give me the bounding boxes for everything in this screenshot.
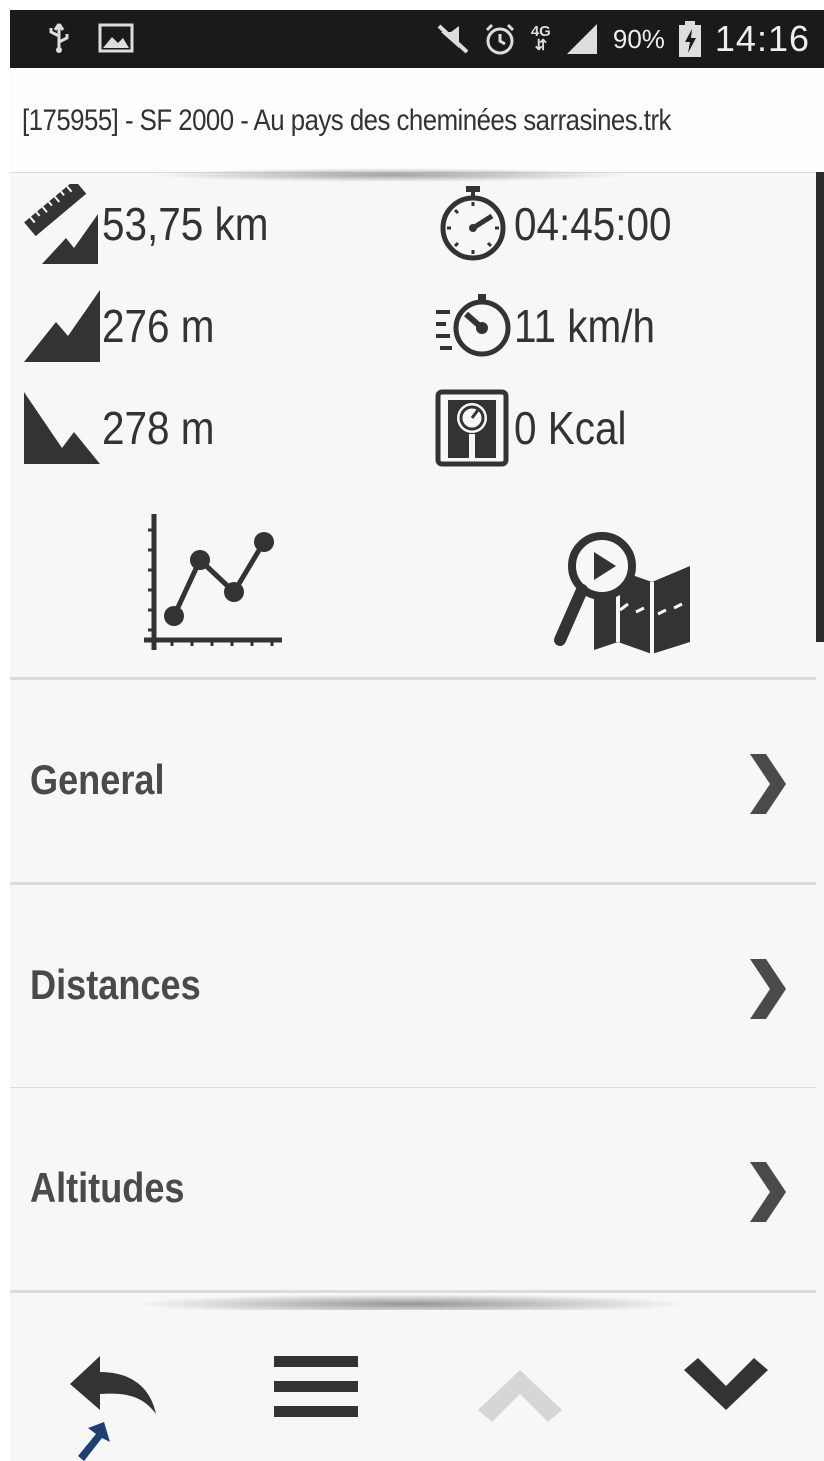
mute-icon xyxy=(437,24,469,54)
title-bar: [175955] - SF 2000 - Au pays des cheminé… xyxy=(10,68,824,173)
distance-value: 53,75 km xyxy=(102,198,269,250)
scale-icon xyxy=(435,389,509,467)
app-screen: 4G ⇵ 90% 14:16 [175955] - SF 2000 - Au pa… xyxy=(10,10,824,1461)
stat-distance: 53,75 km xyxy=(22,184,291,264)
menu-item-altitudes[interactable]: Altitudes xyxy=(10,1088,816,1293)
chevron-right-icon xyxy=(750,959,786,1019)
image-icon xyxy=(98,23,134,53)
chevron-right-icon xyxy=(750,1162,786,1222)
menu-item-label: General xyxy=(30,756,165,803)
track-title: [175955] - SF 2000 - Au pays des cheminé… xyxy=(22,104,671,137)
elevation-loss-value: 278 m xyxy=(102,402,215,454)
menu-item-label: Altitudes xyxy=(30,1164,185,1211)
duration-value: 04:45:00 xyxy=(514,198,672,250)
usb-icon xyxy=(49,23,69,53)
bottom-toolbar xyxy=(10,1310,824,1461)
stopwatch-icon xyxy=(440,186,506,261)
elevation-gain-icon xyxy=(24,290,100,362)
pointer-arrow-icon xyxy=(78,1422,110,1461)
line-chart-icon[interactable] xyxy=(142,510,290,656)
menu-item-general[interactable]: General xyxy=(10,680,816,885)
avg-speed-value: 11 km/h xyxy=(514,300,655,352)
battery-percent: 90% xyxy=(612,23,665,54)
battery-charging-icon xyxy=(678,21,701,57)
stat-calories: 0 Kcal xyxy=(434,388,642,468)
hamburger-menu-icon[interactable] xyxy=(264,1350,364,1430)
stat-elevation-loss: 278 m xyxy=(22,388,230,468)
speedometer-icon xyxy=(436,294,511,357)
stat-avg-speed: 11 km/h xyxy=(434,286,674,366)
status-bar: 4G ⇵ 90% 14:16 xyxy=(10,10,824,68)
distance-ruler-icon xyxy=(24,184,98,264)
chevron-down-icon[interactable] xyxy=(676,1350,776,1430)
stat-duration: 04:45:00 xyxy=(434,184,693,264)
network-label: 4G xyxy=(530,23,551,40)
map-search-icon[interactable] xyxy=(554,530,700,654)
divider-shadow xyxy=(150,168,630,182)
elevation-gain-value: 276 m xyxy=(102,300,215,352)
menu-item-label: Distances xyxy=(30,961,201,1008)
clock: 14:16 xyxy=(714,18,810,59)
back-icon[interactable] xyxy=(64,1350,164,1430)
network-4g-icon: 4G ⇵ xyxy=(530,23,551,54)
alarm-icon xyxy=(485,23,514,55)
chevron-right-icon xyxy=(750,754,786,814)
calories-value: 0 Kcal xyxy=(514,402,627,454)
elevation-loss-icon xyxy=(24,392,100,464)
scrollbar[interactable] xyxy=(816,172,824,642)
signal-icon xyxy=(566,24,597,54)
chevron-up-icon[interactable] xyxy=(470,1350,570,1430)
stat-elevation-gain: 276 m xyxy=(22,286,230,366)
menu-item-distances[interactable]: Distances xyxy=(10,885,816,1090)
